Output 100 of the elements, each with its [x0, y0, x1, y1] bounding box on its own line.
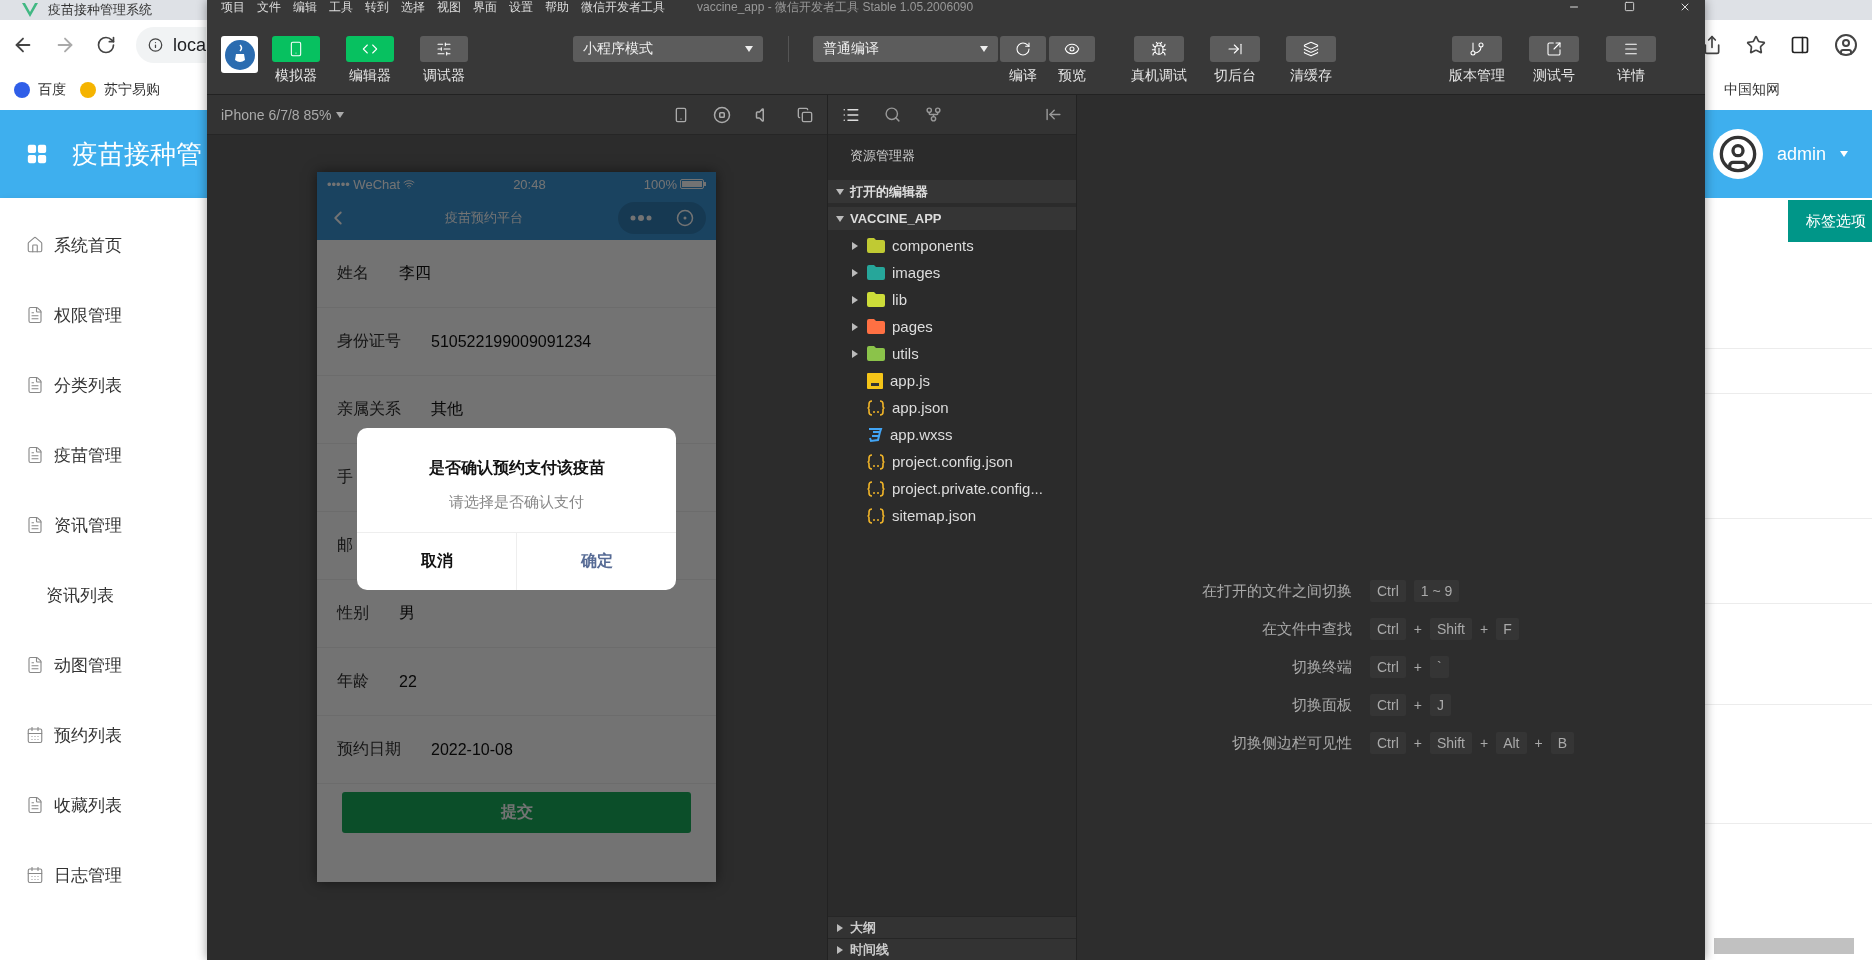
reload-icon[interactable]: [96, 35, 116, 55]
menu-item[interactable]: 微信开发者工具: [581, 0, 665, 14]
caret-icon[interactable]: [851, 349, 859, 358]
caret-icon[interactable]: [836, 214, 844, 223]
compile-select[interactable]: 普通编译: [813, 36, 998, 62]
side-panel-icon[interactable]: [1790, 35, 1810, 55]
eye-icon: [1064, 41, 1080, 57]
section-header[interactable]: 打开的编辑器: [828, 180, 1076, 203]
file-item[interactable]: project.config.json: [828, 450, 1076, 473]
info-icon: [148, 36, 163, 54]
sidebar-item[interactable]: 资讯管理: [0, 490, 207, 560]
file-item[interactable]: app.js: [828, 369, 1076, 392]
caret-icon[interactable]: [836, 187, 844, 196]
toolbar-button[interactable]: [1529, 36, 1579, 62]
menu-item[interactable]: 选择: [401, 0, 425, 14]
address-field[interactable]: loca: [136, 27, 206, 63]
section-header[interactable]: VACCINE_APP: [828, 207, 1076, 230]
field-label: 手: [337, 467, 353, 487]
file-item[interactable]: app.wxss: [828, 423, 1076, 446]
star-icon[interactable]: [1746, 35, 1766, 55]
folder-item[interactable]: components: [828, 234, 1076, 257]
bookmark-link[interactable]: 中国知网: [1724, 81, 1780, 99]
panel-header[interactable]: 时间线: [828, 938, 1076, 960]
plus-sign: +: [1413, 735, 1422, 751]
sidebar-item[interactable]: 疫苗管理: [0, 420, 207, 490]
cancel-button[interactable]: 取消: [357, 533, 516, 590]
toolbar-button[interactable]: [1210, 36, 1260, 62]
panel-header[interactable]: 大纲: [828, 916, 1076, 938]
phone-icon: [288, 41, 304, 57]
profile-icon[interactable]: [1834, 33, 1858, 57]
folder-item[interactable]: utils: [828, 342, 1076, 365]
compile-action-button[interactable]: [1000, 36, 1046, 62]
bookmark-link[interactable]: 百度: [38, 81, 66, 99]
code-icon: [362, 41, 378, 57]
stop-icon[interactable]: [713, 105, 731, 124]
close-icon[interactable]: [1679, 1, 1691, 13]
field-value: 男: [399, 603, 415, 623]
sidebar-item[interactable]: 分类列表: [0, 350, 207, 420]
menu-item[interactable]: 设置: [509, 0, 533, 14]
folder-item[interactable]: lib: [828, 288, 1076, 311]
menu-item[interactable]: 界面: [473, 0, 497, 14]
menu-item[interactable]: 工具: [329, 0, 353, 14]
caret-icon[interactable]: [851, 241, 859, 250]
caret-icon[interactable]: [836, 923, 844, 932]
device-select[interactable]: iPhone 6/7/8 85%: [221, 106, 344, 123]
share-icon[interactable]: [1702, 35, 1722, 55]
sidebar-item[interactable]: 日志管理: [0, 840, 207, 910]
search-icon[interactable]: [884, 106, 901, 123]
sidebar-item[interactable]: 系统首页: [0, 210, 207, 280]
branch-icon[interactable]: [925, 106, 942, 123]
toolbar-button[interactable]: [1452, 36, 1502, 62]
collapse-icon[interactable]: [1045, 106, 1062, 123]
bookmark-link[interactable]: 苏宁易购: [104, 81, 160, 99]
caret-icon[interactable]: [745, 45, 753, 53]
menu-item[interactable]: 编辑: [293, 0, 317, 14]
sidebar-item[interactable]: 权限管理: [0, 280, 207, 350]
toolbar-label: 测试号: [1533, 67, 1575, 85]
file-item[interactable]: sitemap.json: [828, 504, 1076, 527]
plus-sign: +: [1413, 621, 1422, 637]
menu-item[interactable]: 视图: [437, 0, 461, 14]
caret-icon[interactable]: [851, 268, 859, 277]
dialog-message: 请选择是否确认支付: [449, 493, 584, 512]
menu-item[interactable]: 转到: [365, 0, 389, 14]
confirm-button[interactable]: 确定: [516, 533, 676, 590]
field-label: 姓名: [337, 263, 369, 283]
mode-select[interactable]: 小程序模式: [573, 36, 763, 62]
bug-icon: [1151, 41, 1167, 57]
phone-icon[interactable]: [673, 106, 689, 123]
tab-options-button[interactable]: 标签选项: [1788, 200, 1872, 242]
field-value: 2022-10-08: [431, 740, 513, 759]
view-toggle[interactable]: [420, 36, 468, 62]
sidebar-item[interactable]: 预约列表: [0, 700, 207, 770]
compile-action-button[interactable]: [1049, 36, 1095, 62]
view-toggle[interactable]: [272, 36, 320, 62]
caret-icon[interactable]: [836, 945, 844, 954]
windows-icon[interactable]: [797, 106, 813, 123]
toolbar-button[interactable]: [1606, 36, 1656, 62]
maximize-icon[interactable]: [1624, 1, 1635, 12]
caret-icon[interactable]: [851, 322, 859, 331]
sidebar-item[interactable]: 收藏列表: [0, 770, 207, 840]
battery-label: 100%: [643, 176, 706, 192]
sidebar-item[interactable]: 资讯列表: [0, 560, 207, 630]
tab-title[interactable]: 疫苗接种管理系统: [48, 2, 152, 18]
folder-item[interactable]: pages: [828, 315, 1076, 338]
key-cap: Ctrl: [1370, 618, 1406, 640]
toolbar-button[interactable]: [1286, 36, 1336, 62]
toolbar-button[interactable]: [1134, 36, 1184, 62]
menu-item[interactable]: 文件: [257, 0, 281, 14]
folder-item[interactable]: images: [828, 261, 1076, 284]
branch-icon: [1469, 41, 1485, 57]
caret-icon[interactable]: [851, 295, 859, 304]
file-item[interactable]: app.json: [828, 396, 1076, 419]
sidebar-item[interactable]: 动图管理: [0, 630, 207, 700]
dialog-title: 是否确认预约支付该疫苗: [428, 458, 605, 478]
toolbar-label: 编译: [1009, 67, 1037, 85]
menu-item[interactable]: 项目: [221, 0, 245, 14]
file-item[interactable]: project.private.config...: [828, 477, 1076, 500]
view-toggle[interactable]: [346, 36, 394, 62]
caret-icon[interactable]: [980, 45, 988, 53]
menu-item[interactable]: 帮助: [545, 0, 569, 14]
